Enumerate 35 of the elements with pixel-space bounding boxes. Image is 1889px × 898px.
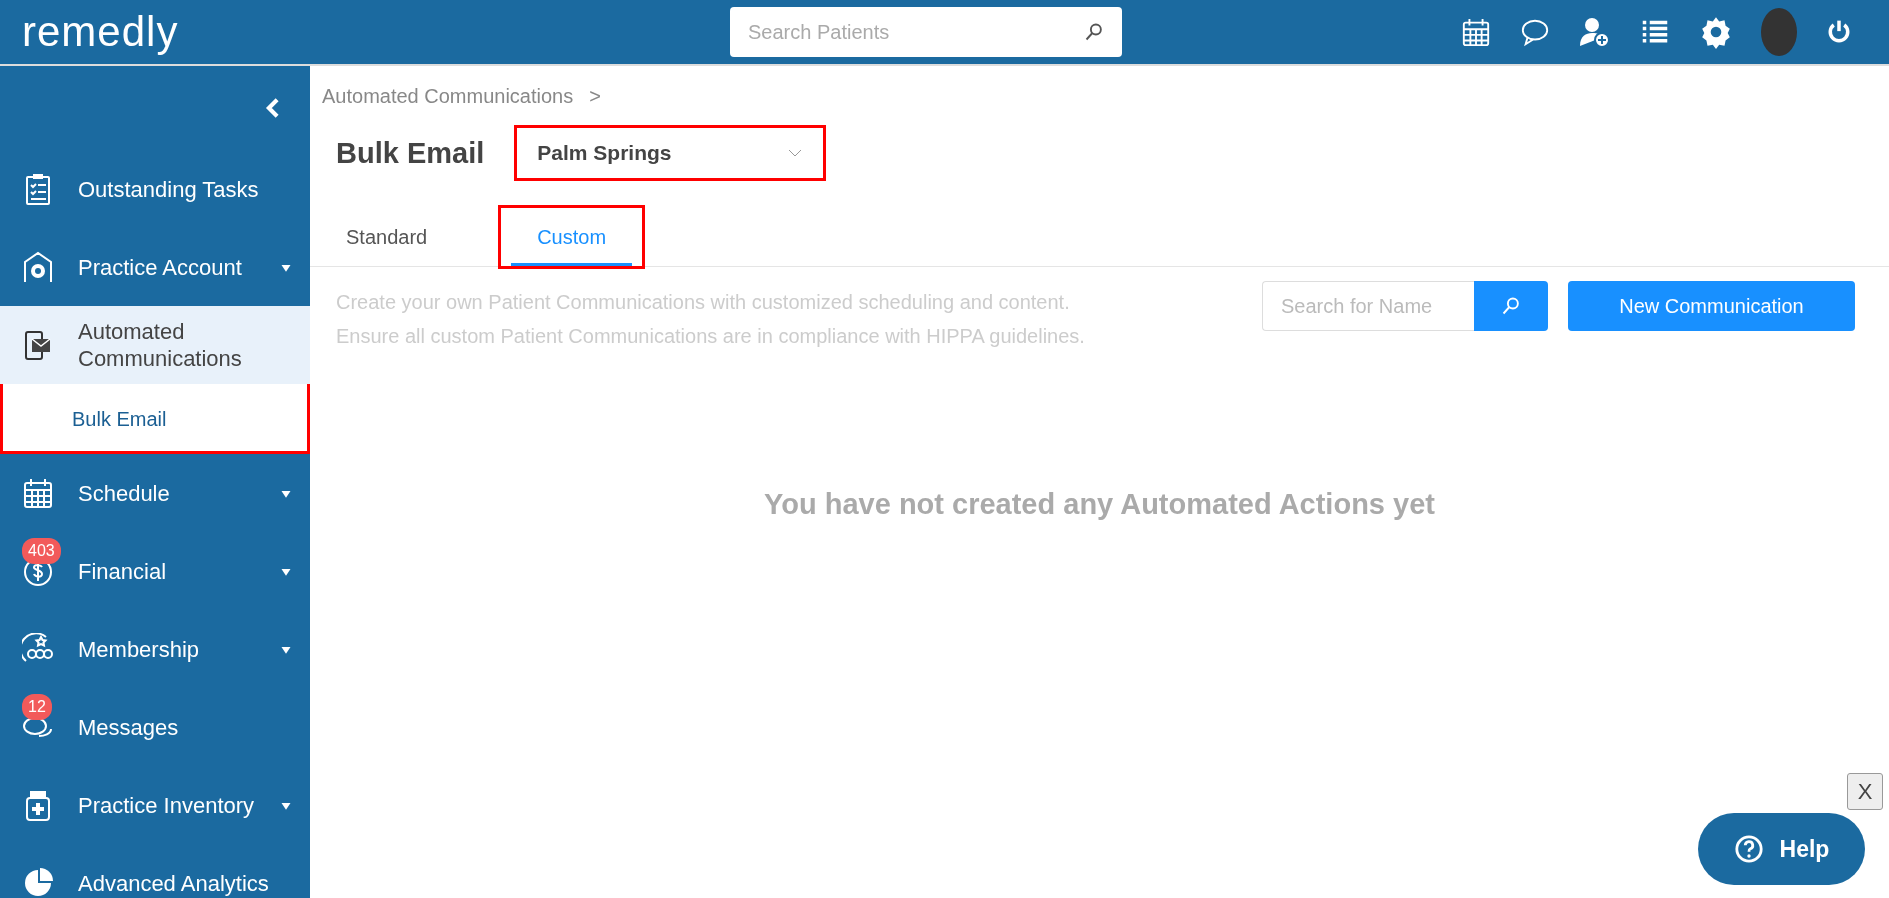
name-search-field[interactable]: Search for Name — [1262, 281, 1474, 331]
sidebar-item[interactable]: Membership — [0, 610, 310, 688]
sidebar-subitem[interactable]: Bulk Email — [0, 384, 310, 454]
pie-chart-icon — [22, 867, 54, 898]
breadcrumb-link[interactable]: Automated Communications — [322, 81, 574, 111]
search-icon — [1501, 296, 1521, 316]
sidebar-item[interactable]: Advanced Analytics — [0, 844, 310, 898]
settings-icon[interactable] — [1699, 15, 1733, 49]
calendar-icon — [22, 477, 54, 509]
sidebar-item[interactable]: Schedule — [0, 454, 310, 532]
empty-state-message: You have not created any Automated Actions yet — [763, 487, 1436, 522]
count-badge: 12 — [22, 694, 52, 720]
calendar-icon[interactable] — [1461, 17, 1491, 47]
sidebar-item[interactable]: Practice Account — [0, 228, 310, 306]
sidebar-item[interactable]: Financial 403 — [0, 532, 310, 610]
logo[interactable]: remedly — [0, 11, 310, 53]
search-field[interactable]: Search Patients — [730, 7, 1122, 57]
count-badge: 403 — [22, 538, 61, 564]
page-title: Bulk Email — [336, 135, 485, 171]
tab[interactable]: Custom — [501, 208, 643, 266]
sidebar-item[interactable]: Outstanding Tasks — [0, 150, 310, 228]
close-button[interactable]: X — [1847, 773, 1883, 810]
add-user-icon[interactable] — [1579, 16, 1611, 48]
new-communication-button[interactable]: New Communication — [1568, 281, 1855, 331]
people-star-icon — [22, 633, 54, 665]
search-icon — [1084, 22, 1104, 42]
breadcrumb-separator: > — [589, 84, 601, 109]
location-select[interactable]: Palm Springs — [514, 125, 827, 181]
help-button[interactable]: Help — [1698, 813, 1865, 885]
chat-icon[interactable] — [1519, 17, 1551, 47]
sidebar-item[interactable]: Practice Inventory — [0, 766, 310, 844]
tab[interactable]: Standard — [322, 208, 452, 266]
sidebar-item[interactable]: Automated Communications — [0, 306, 310, 384]
sidebar-item[interactable]: Messages 12 — [0, 688, 310, 766]
help-icon — [1733, 834, 1764, 864]
